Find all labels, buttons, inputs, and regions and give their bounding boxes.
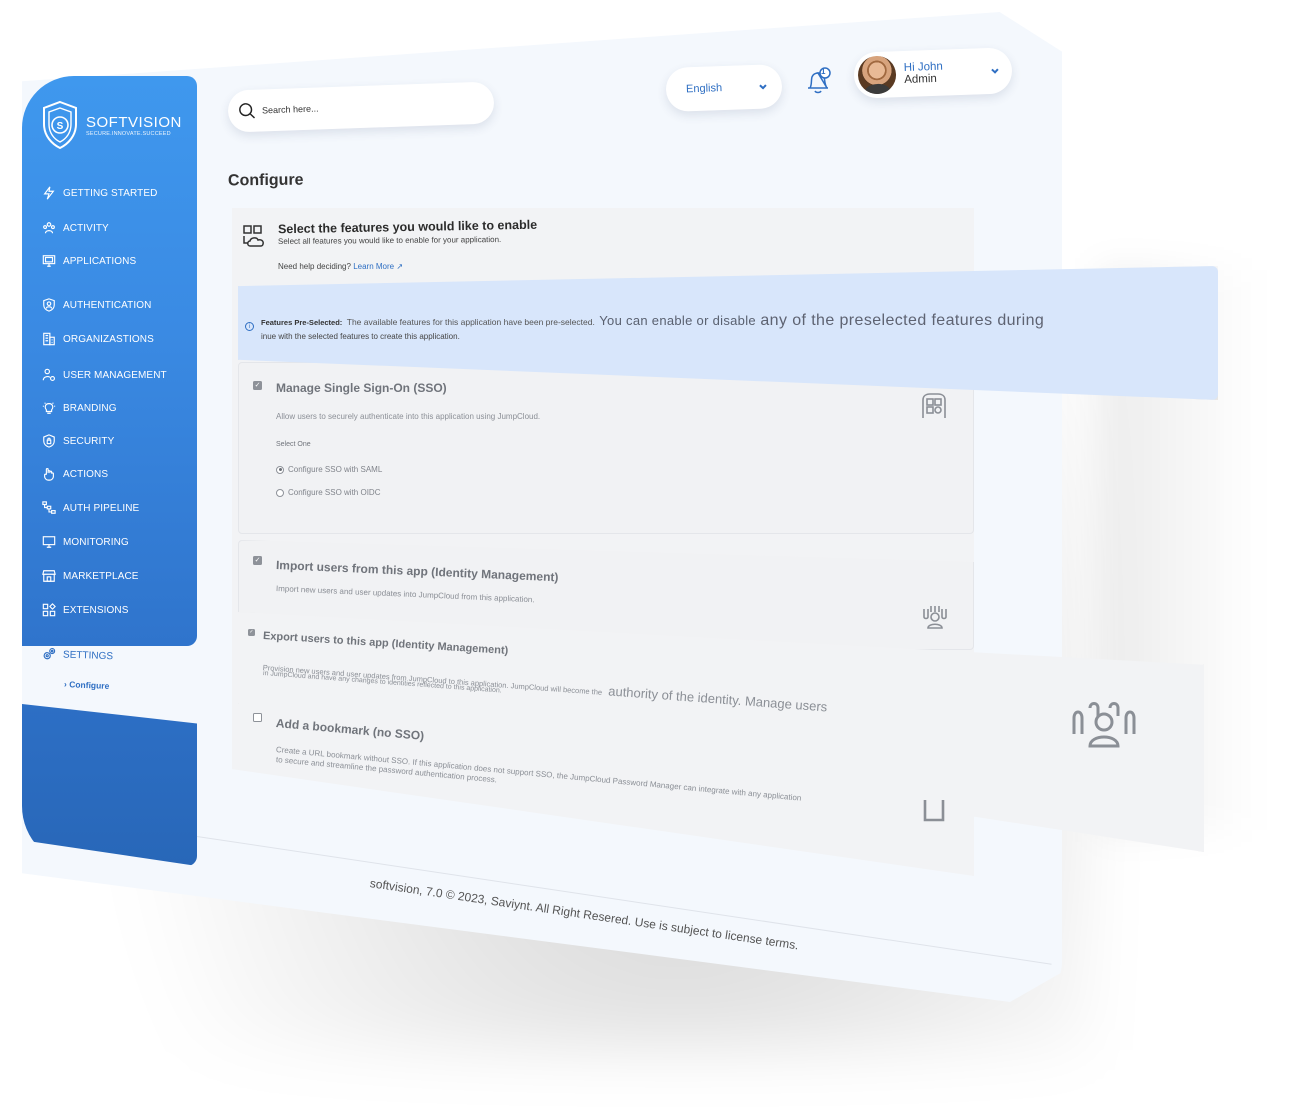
sidebar-item-label: APPLICATIONS	[63, 255, 137, 267]
brand-name: SOFTVISION	[86, 113, 182, 131]
sidebar-item-branding[interactable]: BRANDING	[42, 401, 117, 415]
help-question: Need help deciding?	[278, 262, 351, 271]
feature-title: Manage Single Sign-On (SSO)	[276, 381, 447, 395]
radio-button[interactable]	[276, 465, 284, 474]
bell-icon	[808, 67, 831, 94]
sidebar-item-applications[interactable]: APPLICATIONS	[42, 254, 136, 268]
sidebar-item-marketplace[interactable]: MARKETPLACE	[42, 569, 139, 583]
language-value: English	[685, 82, 723, 96]
sidebar-item-label: AUTHENTICATION	[63, 299, 152, 311]
banner-text-a: The available features for this applicat…	[346, 317, 595, 327]
banner-text-b: You can enable or disable	[599, 313, 756, 328]
radio-option-saml[interactable]: Configure SSO with SAML	[276, 465, 382, 474]
chevron-right-icon: ›	[63, 679, 68, 690]
learn-more-link[interactable]: Learn More ↗	[353, 262, 403, 271]
notification-count-badge: 1	[821, 67, 826, 76]
feature-checkbox-sso[interactable]: ✓	[253, 381, 262, 390]
sidebar-item-organizations[interactable]: ORGANIZASTIONS	[42, 332, 154, 346]
sidebar-item-actions[interactable]: ACTIONS	[42, 467, 108, 481]
sidebar-item-monitoring[interactable]: MONITORING	[42, 535, 129, 549]
users-import-icon	[920, 603, 950, 636]
avatar	[857, 55, 897, 95]
feature-checkbox-import[interactable]: ✓	[253, 556, 262, 565]
banner-bold: Features Pre-Selected:	[261, 318, 343, 327]
sidebar-item-label: GETTING STARTED	[63, 187, 158, 199]
sidebar-item-label: ORGANIZASTIONS	[63, 333, 154, 345]
users-export-icon	[1068, 700, 1140, 755]
sidebar-footer-panel	[22, 704, 197, 866]
banner-text-line2: inue with the selected features to creat…	[261, 332, 460, 341]
notifications-button[interactable]: 1	[804, 66, 832, 96]
sidebar-item-label: MONITORING	[63, 536, 129, 548]
radio-option-oidc[interactable]: Configure SSO with OIDC	[276, 488, 380, 497]
sidebar-item-label: MARKETPLACE	[63, 570, 139, 582]
user-shield-icon	[43, 298, 55, 312]
search-input[interactable]	[261, 98, 463, 116]
brand-tagline: SECURE.INNOVATE.SUCCEED	[86, 130, 171, 137]
radio-label: Configure SSO with OIDC	[288, 488, 381, 497]
help-text: Need help deciding? Learn More ↗	[278, 262, 403, 271]
chevron-down-icon	[991, 68, 999, 74]
sidebar-subitem-label: Configure	[69, 679, 110, 691]
radio-label: Configure SSO with SAML	[288, 465, 383, 474]
svg-text:S: S	[57, 121, 64, 132]
banner-text-c: any of the preselected features during	[760, 312, 1045, 329]
user-role: Admin	[904, 72, 938, 87]
sidebar-item-label: AUTH PIPELINE	[63, 502, 140, 514]
sidebar-subitem-configure[interactable]: › Configure	[64, 679, 110, 691]
sidebar-item-label: ACTIVITY	[63, 222, 109, 234]
bookmark-icon	[922, 798, 946, 829]
sidebar: S SOFTVISION SECURE.INNOVATE.SUCCEED GET…	[22, 76, 197, 646]
user-gear-icon	[42, 368, 55, 381]
building-icon	[43, 332, 55, 346]
user-menu[interactable]: Hi John Admin	[853, 47, 1013, 99]
shield-logo-icon: S	[43, 100, 77, 150]
chevron-down-icon	[759, 84, 767, 90]
sidebar-item-extensions[interactable]: EXTENSIONS	[42, 603, 128, 617]
sidebar-item-auth-pipeline[interactable]: AUTH PIPELINE	[42, 501, 139, 515]
lightbulb-icon	[42, 402, 56, 414]
radio-button[interactable]	[276, 488, 284, 497]
banner-text: Features Pre-Selected: The available fea…	[261, 312, 1044, 330]
monitor-app-icon	[42, 255, 56, 267]
page-title: Configure	[227, 171, 304, 190]
monitor-icon	[42, 536, 56, 548]
sidebar-item-label: SETTINGS	[62, 648, 114, 662]
app-grid-icon	[920, 392, 948, 425]
apps-cloud-icon	[242, 224, 268, 250]
gears-icon	[43, 648, 56, 660]
select-one-label: Select One	[276, 441, 311, 448]
feature-checkbox-bookmark[interactable]	[253, 713, 262, 722]
sidebar-item-authentication[interactable]: AUTHENTICATION	[42, 298, 151, 312]
shield-lock-icon	[43, 434, 55, 448]
search-icon	[239, 103, 256, 119]
sidebar-item-label: ACTIONS	[63, 468, 109, 480]
sidebar-item-label: EXTENSIONS	[63, 604, 129, 616]
sidebar-item-activity[interactable]: ACTIVITY	[42, 221, 109, 235]
logo[interactable]: S SOFTVISION SECURE.INNOVATE.SUCCEED	[40, 100, 182, 150]
sidebar-item-security[interactable]: SECURITY	[42, 434, 114, 448]
feature-description: Allow users to securely authenticate int…	[276, 412, 541, 421]
sidebar-item-settings[interactable]: SETTINGS	[42, 647, 113, 663]
language-select[interactable]: English	[665, 63, 783, 113]
sidebar-item-user-management[interactable]: USER MANAGEMENT	[42, 368, 167, 382]
sidebar-item-label: BRANDING	[63, 402, 117, 414]
feature-checkbox-export[interactable]: ✓	[248, 629, 255, 636]
extensions-icon	[42, 603, 56, 617]
pipeline-icon	[42, 501, 56, 514]
sidebar-item-getting-started[interactable]: GETTING STARTED	[42, 186, 157, 200]
scene: S SOFTVISION SECURE.INNOVATE.SUCCEED GET…	[0, 0, 1300, 1108]
store-icon	[42, 570, 56, 582]
sidebar-item-label: SECURITY	[63, 435, 115, 447]
bolt-icon	[43, 186, 55, 200]
people-group-icon	[43, 222, 55, 234]
hand-pointer-icon	[44, 467, 54, 481]
sidebar-item-label: USER MANAGEMENT	[63, 369, 167, 381]
info-icon: i	[245, 322, 254, 331]
